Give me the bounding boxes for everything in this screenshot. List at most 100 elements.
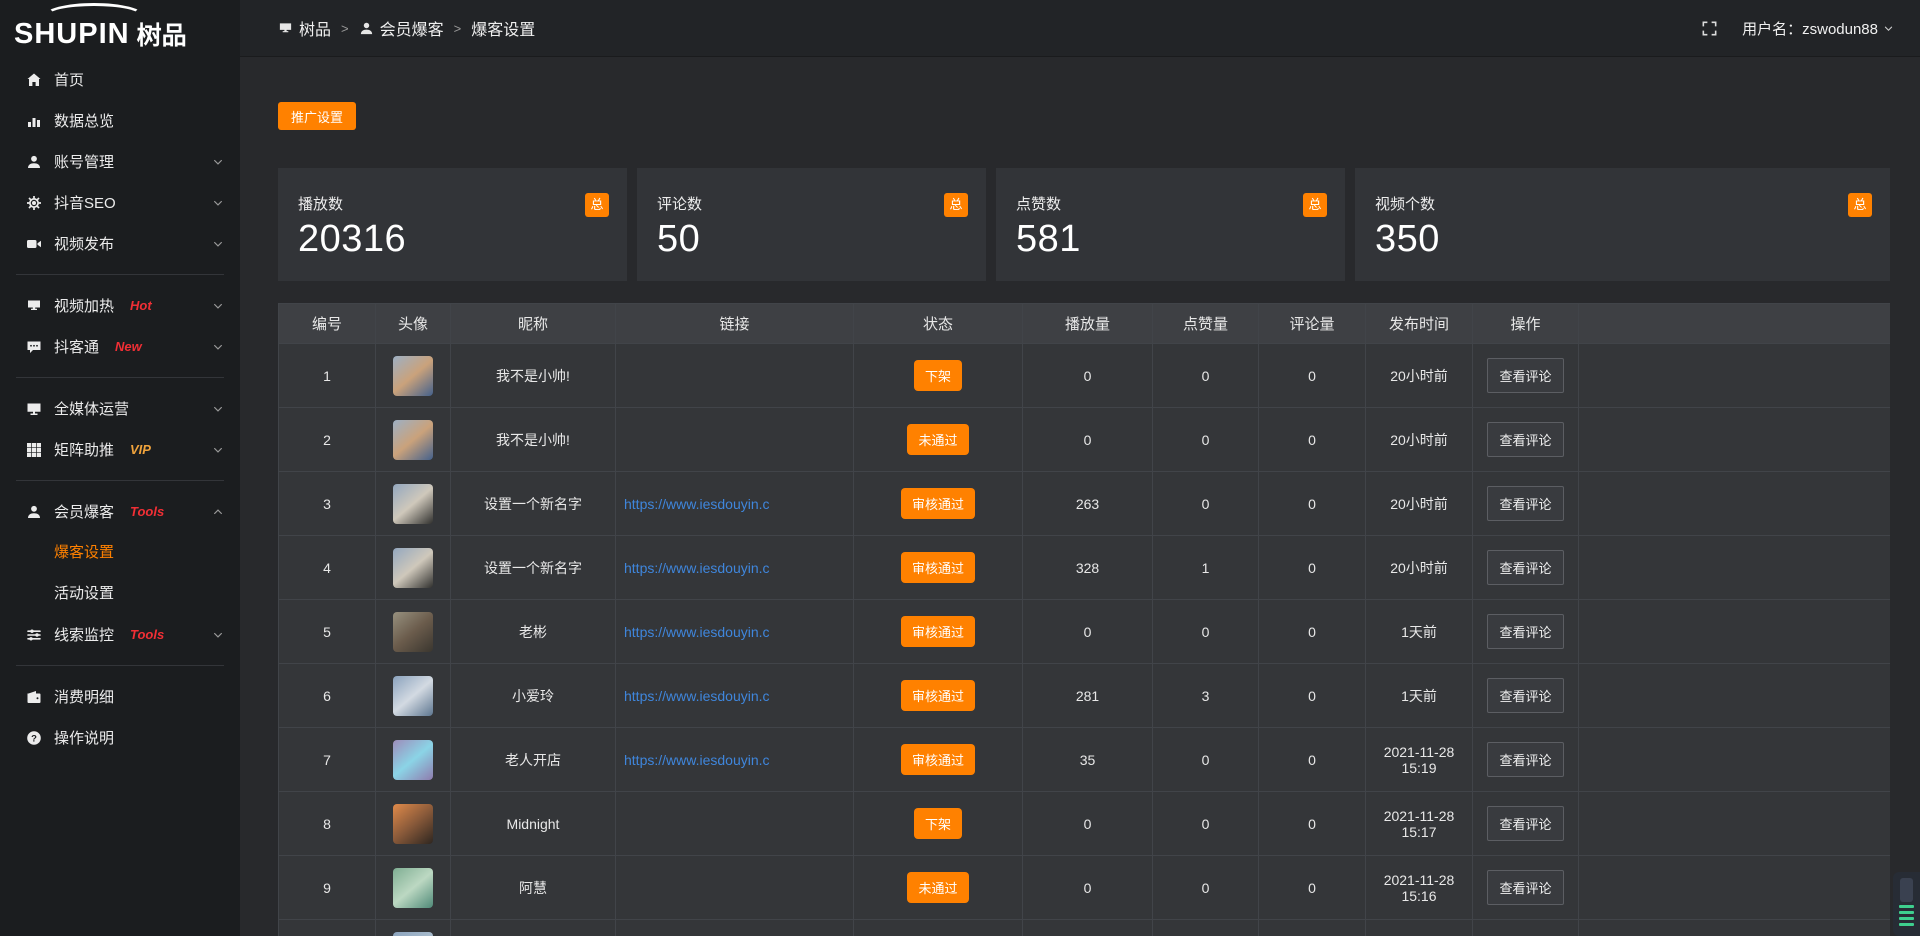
- status-badge: 审核通过: [901, 744, 975, 775]
- fullscreen-icon[interactable]: [1701, 20, 1718, 37]
- sidebar-item-label: 首页: [54, 69, 84, 90]
- video-link[interactable]: https://www.iesdouyin.c: [624, 752, 770, 768]
- avatar-sunset-sky-photo: [393, 484, 433, 524]
- sidebar-item-tag: Hot: [130, 298, 152, 313]
- sidebar-subitem-爆客设置[interactable]: 爆客设置: [0, 532, 240, 573]
- cell-avatar: [376, 664, 451, 728]
- view-comments-button[interactable]: 查看评论: [1487, 486, 1563, 521]
- sidebar-item-label: 线索监控: [54, 624, 114, 645]
- promo-settings-button[interactable]: 推广设置: [278, 102, 356, 130]
- sidebar-item-数据总览[interactable]: 数据总览: [0, 100, 240, 141]
- view-comments-button[interactable]: 查看评论: [1487, 678, 1563, 713]
- video-camera-icon: [26, 236, 42, 252]
- main-content: 推广设置 播放数总20316评论数总50点赞数总581视频个数总350 编号头像…: [240, 57, 1920, 936]
- sidebar-item-消费明细[interactable]: 消费明细: [0, 676, 240, 717]
- chevron-down-icon: [212, 341, 224, 353]
- sidebar-item-抖音SEO[interactable]: 抖音SEO: [0, 182, 240, 223]
- table-row: 6小爱玲https://www.iesdouyin.c审核通过281301天前查…: [279, 664, 1891, 728]
- status-badge: 未通过: [907, 872, 968, 903]
- cell-action: 查看评论: [1473, 408, 1579, 472]
- breadcrumb-item-爆客设置[interactable]: 爆客设置: [471, 16, 535, 40]
- cell-likes: 1: [1153, 536, 1259, 600]
- monitor-icon: [26, 401, 42, 417]
- chat-icon: [26, 339, 42, 355]
- view-comments-button[interactable]: 查看评论: [1487, 742, 1563, 777]
- sidebar-item-视频加热[interactable]: 视频加热Hot: [0, 285, 240, 326]
- floating-widget[interactable]: [1893, 872, 1920, 936]
- stat-value: 350: [1375, 218, 1870, 261]
- chevron-down-icon: [1883, 23, 1894, 34]
- cell-nickname: 老彬: [451, 600, 616, 664]
- home-icon: [26, 72, 42, 88]
- view-comments-button[interactable]: 查看评论: [1487, 870, 1563, 905]
- user-menu[interactable]: 用户名：zswodun88: [1742, 18, 1894, 39]
- cell-filler: [1579, 472, 1891, 536]
- column-header-点赞量: 点赞量: [1153, 304, 1259, 344]
- cell-time: 2021-11-28 15:17: [1366, 792, 1473, 856]
- chevron-down-icon: [212, 629, 224, 641]
- view-comments-button[interactable]: 查看评论: [1487, 614, 1563, 649]
- sidebar-item-会员爆客[interactable]: 会员爆客Tools: [0, 491, 240, 532]
- cell-time: 1天前: [1366, 664, 1473, 728]
- cell-link: https://www.iesdouyin.c: [616, 728, 854, 792]
- status-badge: 审核通过: [901, 616, 975, 647]
- column-header-评论量: 评论量: [1259, 304, 1366, 344]
- avatar-man-photo: [393, 612, 433, 652]
- chevron-down-icon: [212, 444, 224, 456]
- cell-plays: 0: [1023, 344, 1153, 408]
- chevron-down-icon: [212, 156, 224, 168]
- table-wrap: 编号头像昵称链接状态播放量点赞量评论量发布时间操作1我不是小帅!下架00020小…: [278, 303, 1890, 936]
- view-comments-button[interactable]: 查看评论: [1487, 806, 1563, 841]
- cell-comments: 0: [1259, 792, 1366, 856]
- status-badge: 下架: [914, 808, 962, 839]
- cell-nickname: Midnight: [451, 792, 616, 856]
- status-badge: 下架: [914, 360, 962, 391]
- video-link[interactable]: https://www.iesdouyin.c: [624, 688, 770, 704]
- breadcrumb-item-树品[interactable]: 树品: [278, 16, 331, 40]
- sidebar-item-操作说明[interactable]: ?操作说明: [0, 717, 240, 758]
- cell-comments: 0: [1259, 408, 1366, 472]
- cell-status: 审核通过: [854, 664, 1023, 728]
- breadcrumb: 树品>会员爆客>爆客设置: [278, 16, 535, 40]
- cell-time: 20小时前: [1366, 344, 1473, 408]
- sidebar-item-线索监控[interactable]: 线索监控Tools: [0, 614, 240, 655]
- sidebar-item-首页[interactable]: 首页: [0, 59, 240, 100]
- cell-avatar: [376, 856, 451, 920]
- table-row: 5老彬https://www.iesdouyin.c审核通过0001天前查看评论: [279, 600, 1891, 664]
- sidebar-item-tag: Tools: [130, 504, 164, 519]
- sidebar-item-label: 全媒体运营: [54, 398, 129, 419]
- sidebar: SHUPIN 树品 首页数据总览账号管理抖音SEO视频发布视频加热Hot抖客通N…: [0, 0, 240, 936]
- view-comments-button[interactable]: 查看评论: [1487, 550, 1563, 585]
- cell-likes: 3: [1153, 664, 1259, 728]
- cell-comments: 0: [1259, 664, 1366, 728]
- cell-nickname: [451, 920, 616, 936]
- stat-label: 播放数: [298, 193, 607, 214]
- video-link[interactable]: https://www.iesdouyin.c: [624, 496, 770, 512]
- sidebar-item-全媒体运营[interactable]: 全媒体运营: [0, 388, 240, 429]
- avatar-boy-photo: [393, 420, 433, 460]
- data-table: 编号头像昵称链接状态播放量点赞量评论量发布时间操作1我不是小帅!下架00020小…: [278, 303, 1890, 936]
- cell-id: 8: [279, 792, 376, 856]
- avatar-cartoon-avatar: [393, 740, 433, 780]
- avatar-girl-photo: [393, 676, 433, 716]
- sidebar-item-账号管理[interactable]: 账号管理: [0, 141, 240, 182]
- sidebar-item-抖客通[interactable]: 抖客通New: [0, 326, 240, 367]
- breadcrumb-item-会员爆客[interactable]: 会员爆客: [359, 16, 444, 40]
- cell-link: [616, 344, 854, 408]
- video-link[interactable]: https://www.iesdouyin.c: [624, 560, 770, 576]
- video-link[interactable]: https://www.iesdouyin.c: [624, 624, 770, 640]
- view-comments-button[interactable]: 查看评论: [1487, 358, 1563, 393]
- cell-action: 查看评论: [1473, 664, 1579, 728]
- cell-action: 查看评论: [1473, 856, 1579, 920]
- cell-plays: 0: [1023, 792, 1153, 856]
- stat-card-播放数: 播放数总20316: [278, 168, 627, 281]
- cell-filler: [1579, 920, 1891, 936]
- cell-likes: [1153, 920, 1259, 936]
- sidebar-item-矩阵助推[interactable]: 矩阵助推VIP: [0, 429, 240, 470]
- sliders-icon: [26, 627, 42, 643]
- view-comments-button[interactable]: 查看评论: [1487, 422, 1563, 457]
- column-header-发布时间: 发布时间: [1366, 304, 1473, 344]
- sidebar-item-视频发布[interactable]: 视频发布: [0, 223, 240, 264]
- sidebar-subitem-活动设置[interactable]: 活动设置: [0, 573, 240, 614]
- cell-plays: 281: [1023, 664, 1153, 728]
